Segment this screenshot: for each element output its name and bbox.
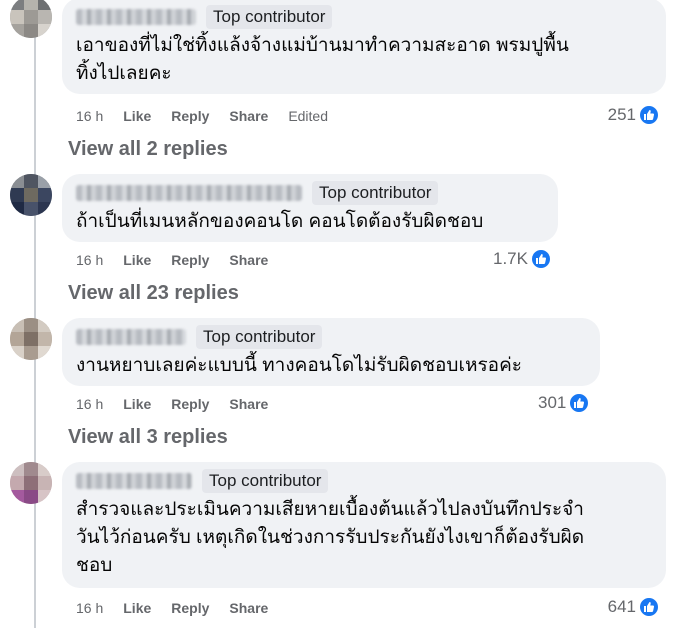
top-contributor-badge: Top contributor bbox=[196, 325, 323, 349]
comment-bubble: Top contributor เอาของที่ไม่ใช่ทิ้งแล้งจ… bbox=[62, 0, 666, 94]
comment-actions: 16 h Like Reply Share bbox=[76, 598, 288, 618]
comment-bubble: Top contributor งานหยาบเลยค่ะแบบนี้ ทางค… bbox=[62, 318, 600, 386]
reaction-count-text: 641 bbox=[607, 597, 636, 616]
reaction-count-text: 251 bbox=[607, 105, 636, 124]
comment-text: ถ้าเป็นที่เมนหลักของคอนโด คอนโดต้องรับผิ… bbox=[76, 211, 484, 232]
like-thumb-icon bbox=[638, 104, 660, 126]
like-button[interactable]: Like bbox=[123, 252, 151, 268]
reaction-count[interactable]: 641 bbox=[608, 596, 660, 618]
top-contributor-badge: Top contributor bbox=[312, 181, 439, 205]
reaction-count-text: 1.7K bbox=[493, 249, 528, 268]
thread-line bbox=[34, 0, 36, 628]
avatar[interactable] bbox=[10, 318, 52, 360]
view-replies-link[interactable]: View all 23 replies bbox=[68, 282, 239, 305]
avatar[interactable] bbox=[10, 462, 52, 504]
timestamp[interactable]: 16 h bbox=[76, 600, 103, 616]
reply-button[interactable]: Reply bbox=[171, 252, 209, 268]
author-name[interactable] bbox=[76, 329, 186, 345]
reaction-count[interactable]: 1.7K bbox=[493, 248, 552, 270]
reaction-count[interactable]: 251 bbox=[608, 104, 660, 126]
comment-bubble: Top contributor สำรวจและประเมินความเสียห… bbox=[62, 462, 666, 588]
like-button[interactable]: Like bbox=[123, 600, 151, 616]
comment-actions: 16 h Like Reply Share Edited bbox=[76, 106, 348, 126]
like-button[interactable]: Like bbox=[123, 108, 151, 124]
timestamp[interactable]: 16 h bbox=[76, 396, 103, 412]
share-button[interactable]: Share bbox=[229, 108, 268, 124]
timestamp[interactable]: 16 h bbox=[76, 252, 103, 268]
share-button[interactable]: Share bbox=[229, 252, 268, 268]
comment-text: งานหยาบเลยค่ะแบบนี้ ทางคอนโดไม่รับผิดชอบ… bbox=[76, 355, 522, 376]
reaction-count[interactable]: 301 bbox=[538, 392, 591, 414]
comment-bubble: Top contributor ถ้าเป็นที่เมนหลักของคอนโ… bbox=[62, 174, 558, 242]
reply-button[interactable]: Reply bbox=[171, 396, 209, 412]
share-button[interactable]: Share bbox=[229, 600, 268, 616]
like-thumb-icon bbox=[529, 248, 552, 270]
reply-button[interactable]: Reply bbox=[171, 600, 209, 616]
avatar[interactable] bbox=[10, 174, 52, 216]
avatar[interactable] bbox=[10, 0, 52, 38]
comment-text: สำรวจและประเมินความเสียหายเบื้องต้นแล้วไ… bbox=[76, 499, 585, 576]
view-replies-link[interactable]: View all 3 replies bbox=[68, 426, 228, 449]
comment-actions: 16 h Like Reply Share bbox=[76, 394, 288, 414]
edited-label: Edited bbox=[288, 108, 329, 124]
top-contributor-badge: Top contributor bbox=[206, 5, 333, 29]
author-name[interactable] bbox=[76, 185, 302, 201]
reply-button[interactable]: Reply bbox=[171, 108, 209, 124]
comment-text: เอาของที่ไม่ใช่ทิ้งแล้งจ้างแม่บ้านมาทำคว… bbox=[76, 35, 569, 84]
timestamp[interactable]: 16 h bbox=[76, 108, 103, 124]
author-name[interactable] bbox=[76, 9, 196, 25]
author-name[interactable] bbox=[76, 473, 192, 489]
like-button[interactable]: Like bbox=[123, 396, 151, 412]
like-thumb-icon bbox=[638, 596, 660, 618]
top-contributor-badge: Top contributor bbox=[202, 469, 329, 493]
comment-actions: 16 h Like Reply Share bbox=[76, 250, 288, 270]
like-thumb-icon bbox=[568, 392, 591, 414]
share-button[interactable]: Share bbox=[229, 396, 268, 412]
reaction-count-text: 301 bbox=[538, 393, 567, 412]
view-replies-link[interactable]: View all 2 replies bbox=[68, 138, 228, 161]
